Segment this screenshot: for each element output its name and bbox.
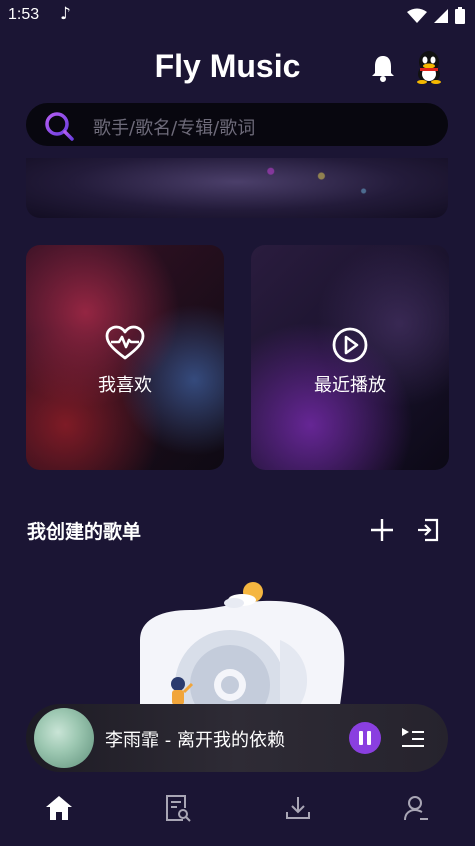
user-icon[interactable] — [403, 794, 429, 822]
wifi-icon — [407, 8, 427, 23]
recent-played-card[interactable]: 最近播放 — [251, 245, 449, 470]
favorites-label: 我喜欢 — [98, 375, 152, 396]
playlist-queue-icon[interactable] — [401, 726, 425, 748]
battery-icon — [455, 7, 465, 24]
document-search-icon[interactable] — [165, 794, 191, 822]
album-cover[interactable] — [34, 708, 94, 768]
pause-button[interactable] — [348, 721, 382, 755]
now-playing-title: 李雨霏 - 离开我的依赖 — [105, 730, 285, 751]
play-circle-icon — [332, 327, 368, 363]
bell-icon[interactable] — [370, 54, 396, 82]
search-icon — [45, 112, 74, 141]
search-bar[interactable]: 歌手/歌名/专辑/歌词 — [26, 103, 448, 146]
music-note-icon: ♪ — [60, 4, 71, 24]
heart-pulse-icon — [105, 325, 145, 360]
home-icon[interactable] — [45, 794, 73, 822]
signal-icon — [434, 8, 448, 23]
bottom-tab-bar — [0, 780, 475, 846]
avatar[interactable] — [414, 50, 444, 84]
favorites-card[interactable]: 我喜欢 — [26, 245, 224, 470]
search-input[interactable]: 歌手/歌名/专辑/歌词 — [93, 114, 255, 140]
status-bar: 1:53 ♪ — [0, 0, 475, 32]
status-time: 1:53 — [8, 6, 40, 23]
empty-playlist-illustration — [140, 582, 345, 705]
banner-image[interactable] — [26, 158, 448, 218]
add-playlist-button[interactable] — [370, 518, 394, 542]
import-playlist-button[interactable] — [415, 517, 441, 543]
download-icon[interactable] — [285, 794, 311, 822]
status-icons — [407, 7, 465, 24]
recent-played-label: 最近播放 — [314, 375, 386, 396]
my-playlists-title: 我创建的歌单 — [27, 521, 142, 543]
mini-player[interactable]: 李雨霏 - 离开我的依赖 — [26, 704, 448, 772]
